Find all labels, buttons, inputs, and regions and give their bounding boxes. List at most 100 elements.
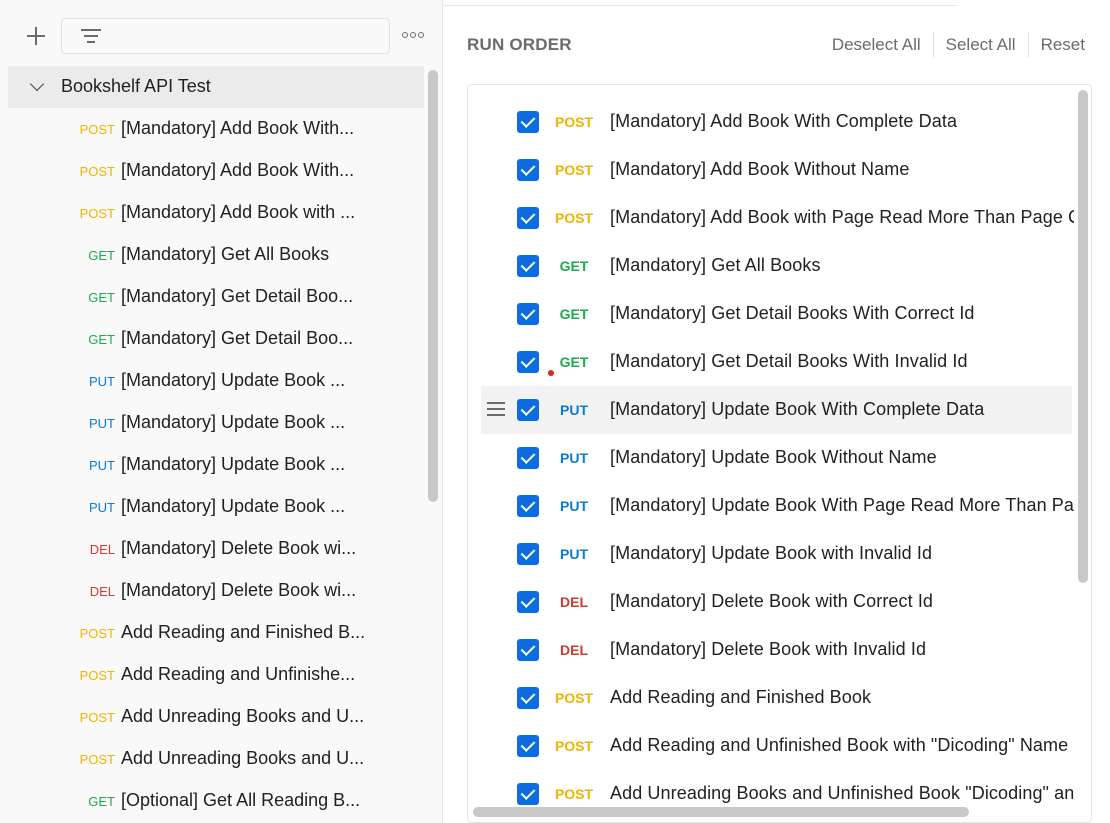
- run-order-item[interactable]: GET [Mandatory] Get All Books: [481, 242, 1072, 290]
- sidebar-request-item[interactable]: POST [Mandatory] Add Book With...: [8, 108, 424, 150]
- checkbox[interactable]: [517, 639, 539, 661]
- method-badge: DEL: [560, 642, 588, 658]
- request-name: Add Reading and Finished Book: [610, 687, 872, 707]
- checkbox[interactable]: [517, 399, 539, 421]
- checkbox[interactable]: [517, 303, 539, 325]
- sidebar-request-item[interactable]: PUT [Mandatory] Update Book ...: [8, 360, 424, 402]
- run-order-item[interactable]: PUT [Mandatory] Update Book With Complete…: [481, 386, 1072, 434]
- request-name: [Mandatory] Get All Books: [610, 255, 821, 275]
- sidebar: Bookshelf API Test POST [Mandatory] Add B…: [0, 0, 443, 823]
- request-name: [Mandatory] Add Book With Complete Data: [610, 111, 958, 131]
- checkbox[interactable]: [517, 543, 539, 565]
- filter-input[interactable]: [61, 18, 390, 54]
- request-name: [Mandatory] Update Book ...: [121, 412, 346, 432]
- checkbox[interactable]: [517, 111, 539, 133]
- method-badge: PUT: [560, 402, 588, 418]
- sidebar-request-item[interactable]: PUT [Mandatory] Update Book ...: [8, 444, 424, 486]
- sidebar-request-item[interactable]: PUT [Mandatory] Update Book ...: [8, 486, 424, 528]
- checkbox[interactable]: [517, 495, 539, 517]
- request-name: [Mandatory] Add Book With...: [121, 118, 355, 138]
- method-badge: POST: [79, 164, 115, 179]
- checkbox[interactable]: [517, 207, 539, 229]
- sidebar-request-item[interactable]: GET [Optional] Get All Reading B...: [8, 780, 424, 822]
- sidebar-request-item[interactable]: DEL [Mandatory] Delete Book wi...: [8, 570, 424, 612]
- run-order-list: POST [Mandatory] Add Book With Complete D…: [468, 85, 1074, 810]
- method-badge: GET: [559, 306, 589, 322]
- run-order-item[interactable]: POST [Mandatory] Add Book with Page Read …: [481, 194, 1074, 242]
- method-badge: PUT: [89, 416, 115, 431]
- drag-handle-icon[interactable]: [487, 402, 505, 416]
- method-badge: GET: [88, 332, 115, 347]
- checkbox[interactable]: [517, 255, 539, 277]
- run-order-item[interactable]: PUT [Mandatory] Update Book Without Name: [481, 434, 1072, 482]
- sidebar-request-item[interactable]: POST Add Unreading Books and U...: [8, 738, 424, 780]
- request-name: [Optional] Get All Reading B...: [121, 790, 361, 810]
- more-options-icon[interactable]: [402, 32, 426, 40]
- run-order-item[interactable]: DEL [Mandatory] Delete Book with Invalid …: [481, 626, 1072, 674]
- sidebar-request-item[interactable]: PUT [Mandatory] Update Book ...: [8, 402, 424, 444]
- checkbox[interactable]: [517, 447, 539, 469]
- method-badge: POST: [79, 668, 115, 683]
- request-name: [Mandatory] Delete Book wi...: [121, 538, 357, 558]
- deselect-all-button[interactable]: Deselect All: [820, 35, 933, 55]
- sidebar-scrollbar[interactable]: [428, 70, 438, 502]
- run-order-item[interactable]: GET [Mandatory] Get Detail Books With Inv…: [481, 338, 1072, 386]
- run-order-actions: Deselect All Select All Reset: [820, 32, 1085, 58]
- request-name: [Mandatory] Get Detail Books With Correc…: [610, 303, 975, 323]
- request-name: [Mandatory] Update Book With Page Read M…: [610, 495, 1074, 515]
- method-badge: GET: [559, 258, 589, 274]
- request-name: Add Unreading Books and Unfinished Book …: [610, 783, 1074, 803]
- checkbox[interactable]: [517, 783, 539, 805]
- run-order-item[interactable]: GET [Mandatory] Get Detail Books With Cor…: [481, 290, 1072, 338]
- run-order-item[interactable]: POST Add Reading and Unfinished Book with…: [481, 722, 1072, 770]
- sidebar-request-item[interactable]: POST Add Unreading Books and U...: [8, 696, 424, 738]
- run-order-item[interactable]: POST [Mandatory] Add Book Without Name: [481, 146, 1072, 194]
- reset-button[interactable]: Reset: [1029, 35, 1085, 55]
- run-order-item[interactable]: PUT [Mandatory] Update Book with Invalid …: [481, 530, 1072, 578]
- request-name: [Mandatory] Update Book ...: [121, 370, 346, 390]
- request-name: [Mandatory] Add Book with ...: [121, 202, 356, 222]
- run-order-item[interactable]: PUT [Mandatory] Update Book With Page Rea…: [481, 482, 1074, 530]
- run-order-item[interactable]: POST [Mandatory] Add Book With Complete D…: [481, 98, 1072, 146]
- checkbox[interactable]: [517, 735, 539, 757]
- method-badge: PUT: [89, 374, 115, 389]
- method-badge: POST: [554, 210, 594, 226]
- run-order-item[interactable]: POST Add Reading and Finished Book: [481, 674, 1072, 722]
- add-icon[interactable]: [24, 24, 48, 48]
- checkbox[interactable]: [517, 351, 539, 373]
- request-name: Add Reading and Unfinished Book with "Di…: [610, 735, 1069, 755]
- sidebar-request-item[interactable]: GET [Mandatory] Get All Books: [8, 234, 424, 276]
- method-badge: GET: [88, 248, 115, 263]
- request-name: [Mandatory] Delete Book with Invalid Id: [610, 639, 927, 659]
- method-badge: DEL: [560, 594, 588, 610]
- checkbox[interactable]: [517, 591, 539, 613]
- sidebar-request-item[interactable]: GET [Mandatory] Get Detail Boo...: [8, 318, 424, 360]
- sidebar-request-item[interactable]: POST Add Reading and Finished B...: [8, 612, 424, 654]
- request-name: [Mandatory] Add Book With...: [121, 160, 355, 180]
- method-badge: DEL: [89, 542, 115, 557]
- sidebar-request-item[interactable]: POST [Mandatory] Add Book With...: [8, 150, 424, 192]
- checkbox[interactable]: [517, 159, 539, 181]
- sidebar-request-item[interactable]: POST Add Reading and Unfinishe...: [8, 654, 424, 696]
- request-name: [Mandatory] Add Book with Page Read More…: [610, 207, 1074, 227]
- method-badge: PUT: [89, 500, 115, 515]
- request-name: [Mandatory] Add Book Without Name: [610, 159, 910, 179]
- sidebar-request-item[interactable]: GET [Mandatory] Get Detail Boo...: [8, 276, 424, 318]
- chevron-down-icon[interactable]: [29, 76, 45, 92]
- checkbox[interactable]: [517, 687, 539, 709]
- run-order-item[interactable]: DEL [Mandatory] Delete Book with Correct …: [481, 578, 1072, 626]
- top-divider: [443, 0, 958, 6]
- sidebar-request-item[interactable]: DEL [Mandatory] Delete Book wi...: [8, 528, 424, 570]
- select-all-button[interactable]: Select All: [934, 35, 1028, 55]
- vertical-scrollbar[interactable]: [1078, 90, 1088, 583]
- method-badge: PUT: [560, 498, 588, 514]
- method-badge: POST: [554, 786, 594, 802]
- method-badge: GET: [88, 290, 115, 305]
- sidebar-request-item[interactable]: POST [Mandatory] Add Book with ...: [8, 192, 424, 234]
- collection-item[interactable]: Bookshelf API Test: [8, 66, 424, 108]
- run-order-item[interactable]: POST Add Unreading Books and Unfinished B…: [481, 770, 1074, 810]
- request-name: [Mandatory] Get Detail Boo...: [121, 286, 354, 306]
- request-name: [Mandatory] Update Book Without Name: [610, 447, 937, 467]
- method-badge: POST: [79, 752, 115, 767]
- horizontal-scrollbar[interactable]: [473, 807, 969, 817]
